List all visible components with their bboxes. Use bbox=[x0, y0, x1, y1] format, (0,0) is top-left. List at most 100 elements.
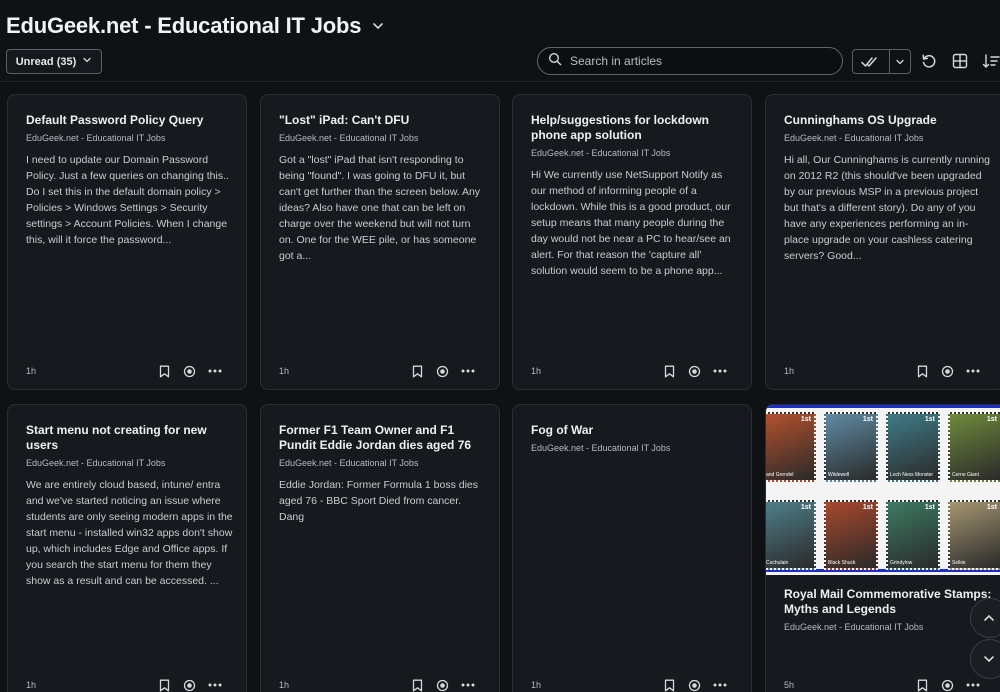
article-excerpt: I need to update our Domain Password Pol… bbox=[26, 154, 229, 246]
stamp-caption: Cuchulain bbox=[766, 560, 789, 566]
article-card[interactable]: Start menu not creating for new users Edu… bbox=[7, 404, 247, 692]
article-title[interactable]: Royal Mail Commemorative Stamps: Myths a… bbox=[784, 587, 992, 617]
mark-read-menu-button[interactable] bbox=[890, 50, 910, 73]
more-horizontal-icon[interactable] bbox=[712, 364, 727, 379]
circle-dot-icon[interactable] bbox=[940, 678, 955, 692]
circle-dot-icon[interactable] bbox=[687, 678, 702, 692]
article-thumbnail: 1st and Grendel 1st Wiidewell 1st Loch Ness M… bbox=[766, 405, 1000, 575]
more-horizontal-icon[interactable] bbox=[460, 678, 475, 692]
article-time: 1h bbox=[26, 680, 37, 690]
article-excerpt: Eddie Jordan: Former Formula 1 boss dies… bbox=[279, 479, 479, 523]
stamp-caption: Selkie bbox=[952, 560, 966, 566]
search-box[interactable] bbox=[537, 47, 843, 75]
bookmark-icon[interactable] bbox=[662, 678, 677, 692]
stamp-value: 1st bbox=[800, 504, 811, 511]
circle-dot-icon[interactable] bbox=[182, 678, 197, 692]
article-excerpt: Hi We currently use NetSupport Notify as… bbox=[531, 169, 731, 277]
circle-dot-icon[interactable] bbox=[687, 364, 702, 379]
stamp-illustration: 1st Grindylow bbox=[886, 500, 940, 570]
article-footer: 1h bbox=[26, 677, 222, 692]
article-footer: 1h bbox=[279, 363, 475, 379]
stamp-value: 1st bbox=[924, 416, 935, 423]
refresh-icon[interactable] bbox=[920, 52, 938, 70]
article-title[interactable]: Start menu not creating for new users bbox=[26, 423, 234, 453]
stamp-illustration: 1st Cuchulain bbox=[766, 500, 816, 570]
article-footer: 1h bbox=[531, 363, 727, 379]
article-card[interactable]: Former F1 Team Owner and F1 Pundit Eddie… bbox=[260, 404, 500, 692]
chevron-down-icon bbox=[982, 652, 996, 666]
more-horizontal-icon[interactable] bbox=[460, 364, 475, 379]
thumbnail-border bbox=[766, 405, 1000, 408]
bookmark-icon[interactable] bbox=[157, 678, 172, 692]
article-source: EduGeek.net - Educational IT Jobs bbox=[531, 148, 671, 158]
more-horizontal-icon[interactable] bbox=[712, 678, 727, 692]
chevron-down-icon bbox=[895, 57, 905, 67]
mark-read-control[interactable] bbox=[852, 49, 911, 74]
article-title[interactable]: Help/suggestions for lockdown phone app … bbox=[531, 113, 739, 143]
article-card[interactable]: Cunninghams OS Upgrade EduGeek.net - Educ… bbox=[765, 94, 1000, 390]
article-title[interactable]: Default Password Policy Query bbox=[26, 113, 234, 128]
more-horizontal-icon[interactable] bbox=[207, 678, 222, 692]
stamp-caption: Cerne Giant bbox=[952, 472, 979, 478]
stamp-value: 1st bbox=[800, 416, 811, 423]
search-input[interactable] bbox=[570, 54, 830, 68]
bookmark-icon[interactable] bbox=[410, 364, 425, 379]
article-title[interactable]: Fog of War bbox=[531, 423, 739, 438]
unread-filter-label: Unread (35) bbox=[15, 55, 77, 68]
stamp-value: 1st bbox=[862, 416, 873, 423]
stamp-illustration: 1st Selkie bbox=[948, 500, 1000, 570]
stamp-value: 1st bbox=[862, 504, 873, 511]
more-horizontal-icon[interactable] bbox=[965, 364, 980, 379]
article-footer: 1h bbox=[26, 363, 222, 379]
article-card[interactable]: Fog of War EduGeek.net - Educational IT J… bbox=[512, 404, 752, 692]
stamp-value: 1st bbox=[986, 416, 997, 423]
circle-dot-icon[interactable] bbox=[182, 364, 197, 379]
article-source: EduGeek.net - Educational IT Jobs bbox=[784, 622, 924, 632]
circle-dot-icon[interactable] bbox=[940, 364, 955, 379]
bookmark-icon[interactable] bbox=[157, 364, 172, 379]
bookmark-icon[interactable] bbox=[915, 678, 930, 692]
article-title[interactable]: "Lost" iPad: Can't DFU bbox=[279, 113, 487, 128]
article-card[interactable]: "Lost" iPad: Can't DFU EduGeek.net - Educ… bbox=[260, 94, 500, 390]
stamp-illustration: 1st and Grendel bbox=[766, 412, 816, 482]
article-footer: 1h bbox=[784, 363, 980, 379]
stamp-illustration: 1st Cerne Giant bbox=[948, 412, 1000, 482]
feed-title-row[interactable]: EduGeek.net - Educational IT Jobs bbox=[6, 10, 385, 42]
article-time: 1h bbox=[531, 366, 542, 376]
stamp-caption: Loch Ness Monster bbox=[890, 472, 934, 478]
more-horizontal-icon[interactable] bbox=[965, 678, 980, 692]
article-excerpt: Got a "lost" iPad that isn't responding … bbox=[279, 154, 481, 262]
article-source: EduGeek.net - Educational IT Jobs bbox=[784, 133, 924, 143]
stamp-illustration: 1st Black Shuck bbox=[824, 500, 878, 570]
chevron-up-icon bbox=[982, 611, 996, 625]
article-time: 1h bbox=[279, 680, 290, 690]
circle-dot-icon[interactable] bbox=[435, 678, 450, 692]
feed-title: EduGeek.net - Educational IT Jobs bbox=[6, 13, 362, 38]
mark-all-read-button[interactable] bbox=[853, 50, 891, 73]
chevron-down-icon[interactable] bbox=[371, 19, 385, 33]
bookmark-icon[interactable] bbox=[662, 364, 677, 379]
article-source: EduGeek.net - Educational IT Jobs bbox=[26, 133, 166, 143]
grid-layout-icon[interactable] bbox=[951, 52, 969, 70]
unread-filter-button[interactable]: Unread (35) bbox=[6, 49, 102, 74]
more-horizontal-icon[interactable] bbox=[207, 364, 222, 379]
article-time: 1h bbox=[784, 366, 795, 376]
sort-icon[interactable] bbox=[982, 52, 1000, 70]
bookmark-icon[interactable] bbox=[410, 678, 425, 692]
article-footer: 5h bbox=[784, 677, 980, 692]
article-source: EduGeek.net - Educational IT Jobs bbox=[26, 458, 166, 468]
chevron-down-icon bbox=[82, 55, 92, 68]
stamp-caption: Grindylow bbox=[890, 560, 913, 566]
stamp-caption: Black Shuck bbox=[828, 560, 856, 566]
circle-dot-icon[interactable] bbox=[435, 364, 450, 379]
article-time: 5h bbox=[784, 680, 795, 690]
article-card[interactable]: Help/suggestions for lockdown phone app … bbox=[512, 94, 752, 390]
stamp-illustration: 1st Loch Ness Monster bbox=[886, 412, 940, 482]
article-card[interactable]: 1st and Grendel 1st Wiidewell 1st Loch Ness M… bbox=[765, 404, 1000, 692]
article-excerpt: We are entirely cloud based, intune/ ent… bbox=[26, 479, 233, 587]
article-title[interactable]: Former F1 Team Owner and F1 Pundit Eddie… bbox=[279, 423, 487, 453]
article-time: 1h bbox=[26, 366, 37, 376]
bookmark-icon[interactable] bbox=[915, 364, 930, 379]
article-card[interactable]: Default Password Policy Query EduGeek.net… bbox=[7, 94, 247, 390]
article-title[interactable]: Cunninghams OS Upgrade bbox=[784, 113, 992, 128]
